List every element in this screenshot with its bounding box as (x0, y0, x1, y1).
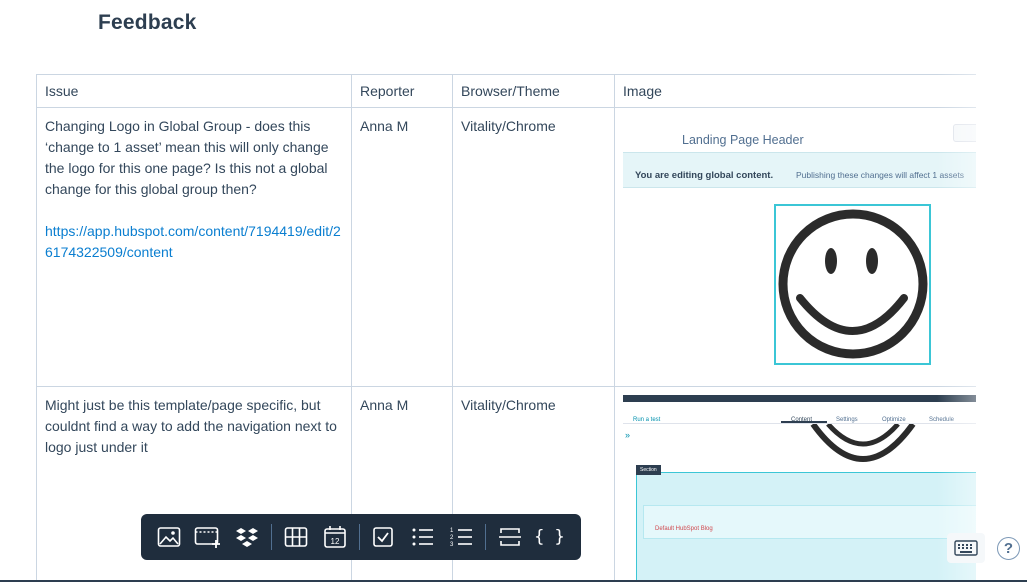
insert-dropbox-button[interactable] (230, 520, 265, 554)
header-button (953, 124, 976, 142)
insert-date-button[interactable]: 12 (317, 520, 352, 554)
issue-text: Might just be this template/page specifi… (45, 397, 337, 455)
svg-text:1: 1 (450, 528, 454, 534)
table-header-row: Issue Reporter Browser/Theme Image (36, 74, 976, 108)
numbered-list-icon: 1 2 3 (450, 528, 472, 548)
insert-numbered-list-button[interactable]: 1 2 3 (444, 520, 479, 554)
divider-icon (499, 528, 522, 546)
column-header-issue[interactable]: Issue (36, 74, 352, 108)
calendar-icon: 12 (324, 526, 346, 548)
embed-icon (194, 527, 220, 548)
toolbar-separator (358, 524, 360, 550)
browser-cell[interactable]: Vitality/Chrome (452, 107, 615, 387)
insert-image-button[interactable] (151, 520, 186, 554)
table-icon (284, 527, 307, 547)
smiley-fragment-icon (810, 424, 916, 462)
insert-embed-button[interactable] (190, 520, 225, 554)
calendar-day-text: 12 (330, 537, 339, 546)
feedback-table: Issue Reporter Browser/Theme Image Chang… (36, 74, 976, 582)
insert-bulleted-list-button[interactable] (405, 520, 440, 554)
editor-topbar (623, 395, 976, 402)
svg-text:3: 3 (450, 542, 454, 548)
reporter-cell[interactable]: Anna M (351, 107, 453, 387)
insert-table-button[interactable] (278, 520, 313, 554)
insert-toolbar: 12 1 2 3 { } (141, 514, 581, 560)
issue-text: Changing Logo in Global Group - does thi… (45, 118, 329, 197)
dropbox-icon (236, 528, 259, 547)
section-label: Section (636, 465, 661, 475)
issue-cell[interactable]: Changing Logo in Global Group - does thi… (36, 107, 352, 387)
code-block-icon: { } (534, 527, 565, 547)
banner-bold-text: You are editing global content. (635, 170, 774, 181)
landing-page-header-label: Landing Page Header (682, 133, 804, 147)
global-content-banner: You are editing global content. Publishi… (623, 152, 976, 188)
feedback-table-container: Issue Reporter Browser/Theme Image Chang… (36, 74, 976, 582)
image-cell[interactable]: Landing Page Header You are editing glob… (614, 107, 976, 387)
keyboard-shortcuts-button[interactable] (947, 533, 985, 563)
expand-chevron-icon: » (625, 430, 631, 440)
logo-selection-box (774, 204, 931, 365)
insert-divider-button[interactable] (492, 520, 527, 554)
column-header-reporter[interactable]: Reporter (351, 74, 453, 108)
keyboard-icon (954, 540, 978, 556)
column-header-image[interactable]: Image (614, 74, 976, 108)
screenshot-editor-section: Run a test Content Settings Optimize Sch… (623, 395, 976, 582)
tab-schedule: Schedule (929, 417, 955, 423)
blog-item-text: Default HubSpot Blog (655, 526, 713, 532)
table-row: Changing Logo in Global Group - does thi… (36, 107, 976, 387)
image-icon (157, 527, 180, 547)
checkbox-icon (373, 527, 393, 547)
svg-text:2: 2 (450, 535, 454, 541)
screenshot-global-content: Landing Page Header You are editing glob… (623, 116, 976, 366)
insert-checklist-button[interactable] (366, 520, 401, 554)
tab-divider (623, 423, 976, 424)
toolbar-separator (485, 524, 487, 550)
help-button[interactable]: ? (997, 537, 1020, 560)
banner-detail-text: Publishing these changes will affect 1 a… (796, 170, 965, 180)
bulleted-list-icon (412, 528, 433, 546)
smiley-face-icon (778, 209, 928, 359)
run-test-link: Run a test (633, 417, 661, 423)
column-header-browser-theme[interactable]: Browser/Theme (452, 74, 615, 108)
issue-link[interactable]: https://app.hubspot.com/content/7194419/… (45, 221, 343, 263)
image-cell[interactable]: Run a test Content Settings Optimize Sch… (614, 386, 976, 582)
insert-code-block-button[interactable]: { } (532, 520, 567, 554)
page-title: Feedback (98, 11, 197, 34)
toolbar-separator (270, 524, 272, 550)
